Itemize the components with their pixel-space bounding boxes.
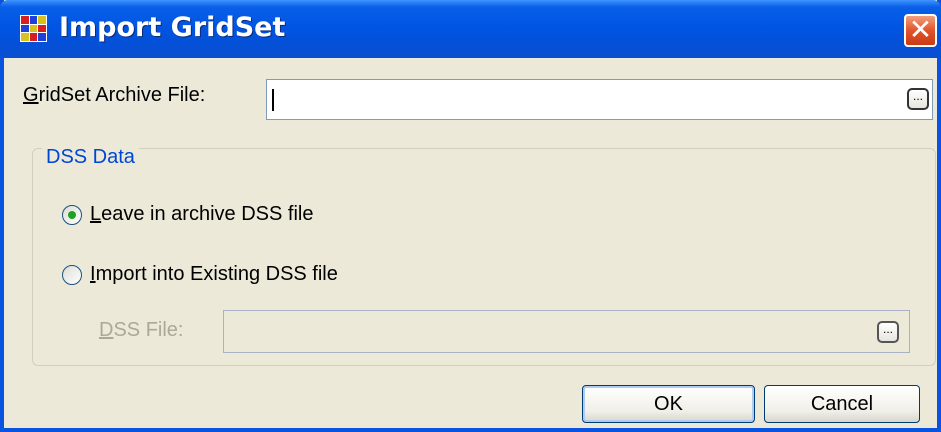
- cancel-button[interactable]: Cancel: [764, 385, 920, 423]
- close-icon: ✕: [908, 14, 933, 45]
- leave-in-archive-text: eave in archive DSS file: [101, 203, 314, 225]
- dss-file-input[interactable]: ...: [223, 310, 910, 353]
- dss-file-mnemonic: D: [99, 319, 114, 341]
- radio-selected-dot: [68, 211, 76, 219]
- gridset-icon: [20, 15, 47, 42]
- archive-file-label-text: ridSet Archive File:: [38, 84, 206, 106]
- archive-browse-button[interactable]: ...: [907, 88, 929, 110]
- text-caret: [272, 89, 274, 111]
- import-gridset-dialog: Import GridSet ✕ GridSet Archive File: .…: [0, 0, 941, 432]
- import-into-existing-text: mport into Existing DSS file: [95, 263, 338, 285]
- ellipsis-icon: ...: [912, 89, 923, 103]
- import-into-existing-label[interactable]: Import into Existing DSS file: [90, 263, 338, 286]
- import-into-existing-radio[interactable]: [62, 265, 82, 285]
- leave-in-archive-mnemonic: L: [90, 203, 102, 225]
- archive-file-input[interactable]: ...: [266, 79, 933, 120]
- ok-button[interactable]: OK: [582, 385, 755, 423]
- leave-in-archive-radio[interactable]: [62, 205, 82, 225]
- archive-file-mnemonic: G: [23, 84, 39, 106]
- dss-file-label: DSS File:: [99, 319, 183, 342]
- leave-in-archive-label[interactable]: Leave in archive DSS file: [90, 203, 313, 226]
- ellipsis-icon: ...: [882, 322, 893, 336]
- archive-file-label: GridSet Archive File:: [23, 84, 205, 107]
- dss-data-legend: DSS Data: [42, 146, 139, 169]
- window-title: Import GridSet: [59, 12, 286, 43]
- dss-file-browse-button[interactable]: ...: [877, 321, 899, 343]
- close-button[interactable]: ✕: [904, 14, 937, 47]
- title-bar[interactable]: Import GridSet ✕: [0, 0, 941, 58]
- dss-file-label-text: SS File:: [113, 319, 184, 341]
